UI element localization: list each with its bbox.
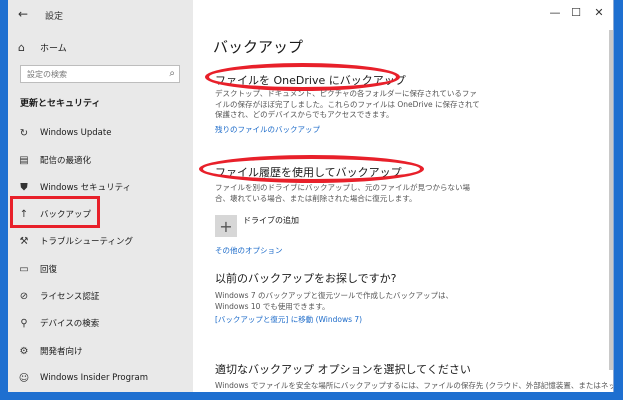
shield-icon: ⛊ bbox=[20, 181, 28, 193]
sidebar-item-label: 配信の最適化 bbox=[40, 156, 92, 166]
annotation-ellipse-onedrive bbox=[205, 63, 400, 91]
maximize-button[interactable]: ☐ bbox=[565, 6, 587, 19]
onedrive-description: デスクトップ、ドキュメント、ピクチャの各フォルダーに保存されているファイルの保存… bbox=[215, 89, 480, 119]
home-label: ホーム bbox=[40, 44, 67, 54]
older-backup-heading: 以前のバックアップをお探しですか? bbox=[215, 272, 397, 285]
delivery-icon: ▤ bbox=[19, 154, 29, 166]
sidebar-item-delivery-optimization[interactable]: ▤ 配信の最適化 bbox=[18, 153, 91, 167]
minimize-button[interactable]: — bbox=[544, 6, 566, 19]
refresh-icon: ↻ bbox=[19, 127, 29, 139]
settings-search-input[interactable]: 設定の検索 ⌕ bbox=[20, 65, 180, 83]
onedrive-backup-link[interactable]: 残りのファイルのバックアップ bbox=[215, 124, 320, 135]
check-circle-icon: ⊘ bbox=[19, 290, 29, 302]
insider-icon: ☺ bbox=[18, 372, 30, 384]
sidebar-item-label: Windows Insider Program bbox=[40, 373, 149, 383]
annotation-highlight-box bbox=[10, 196, 100, 228]
find-device-icon: ⚲ bbox=[20, 317, 28, 329]
back-arrow-icon[interactable]: ← bbox=[18, 7, 28, 21]
backup-restore-link[interactable]: [バックアップと復元] に移動 (Windows 7) bbox=[215, 314, 362, 325]
older-backup-description: Windows 7 のバックアップと復元ツールで作成したバックアップは、Wind… bbox=[215, 291, 454, 311]
choose-option-description: Windows でファイルを安全な場所にバックアップするには、ファイルの保存先 … bbox=[215, 381, 614, 390]
search-icon[interactable]: ⌕ bbox=[169, 68, 175, 79]
sidebar-item-label: トラブルシューティング bbox=[40, 237, 133, 247]
wrench-icon: ⚒ bbox=[19, 235, 29, 247]
page-title: バックアップ bbox=[213, 38, 304, 56]
sidebar-item-label: デバイスの検索 bbox=[40, 319, 100, 329]
add-drive-button[interactable]: + bbox=[215, 215, 237, 237]
annotation-ellipse-file-history bbox=[199, 155, 424, 183]
scrollbar[interactable] bbox=[609, 30, 613, 370]
sidebar-home[interactable]: ⌂ ホーム bbox=[18, 41, 67, 54]
choose-option-heading: 適切なバックアップ オプションを選択してください bbox=[215, 363, 471, 376]
sidebar-item-label: Windows セキュリティ bbox=[40, 183, 132, 193]
sidebar-item-insider-program[interactable]: ☺ Windows Insider Program bbox=[18, 371, 148, 385]
sidebar-item-label: 開発者向け bbox=[40, 347, 83, 357]
sidebar-item-label: 回復 bbox=[40, 265, 58, 275]
sidebar-item-activation[interactable]: ⊘ ライセンス認証 bbox=[18, 289, 100, 303]
app-title: 設定 bbox=[45, 12, 64, 22]
sidebar-item-windows-security[interactable]: ⛊ Windows セキュリティ bbox=[18, 180, 131, 194]
home-icon: ⌂ bbox=[18, 41, 25, 54]
sidebar-item-troubleshoot[interactable]: ⚒ トラブルシューティング bbox=[18, 234, 133, 248]
recovery-icon: ▭ bbox=[19, 263, 29, 275]
more-options-link[interactable]: その他のオプション bbox=[215, 245, 283, 256]
sidebar-item-windows-update[interactable]: ↻ Windows Update bbox=[18, 126, 112, 140]
sidebar: ← 設定 ⌂ ホーム 設定の検索 ⌕ 更新とセキュリティ ↻ Windows U… bbox=[8, 0, 193, 392]
sidebar-item-recovery[interactable]: ▭ 回復 bbox=[18, 262, 57, 276]
section-title: 更新とセキュリティ bbox=[20, 99, 101, 109]
close-button[interactable]: ✕ bbox=[588, 6, 610, 19]
sidebar-item-label: ライセンス認証 bbox=[40, 292, 100, 302]
sidebar-item-find-my-device[interactable]: ⚲ デバイスの検索 bbox=[18, 316, 99, 330]
search-placeholder: 設定の検索 bbox=[27, 70, 67, 79]
sidebar-item-label: Windows Update bbox=[40, 128, 112, 138]
developer-icon: ⚙ bbox=[19, 345, 29, 357]
file-history-description: ファイルを別のドライブにバックアップし、元のファイルが見つからない場合、壊れてい… bbox=[215, 183, 470, 203]
add-drive-label[interactable]: ドライブの追加 bbox=[243, 215, 299, 226]
plus-icon: + bbox=[219, 216, 233, 236]
settings-window: ← 設定 ⌂ ホーム 設定の検索 ⌕ 更新とセキュリティ ↻ Windows U… bbox=[8, 0, 614, 392]
main-content: バックアップ ファイルを OneDrive にバックアップ デスクトップ、ドキュ… bbox=[193, 0, 613, 392]
sidebar-item-for-developers[interactable]: ⚙ 開発者向け bbox=[18, 344, 83, 358]
